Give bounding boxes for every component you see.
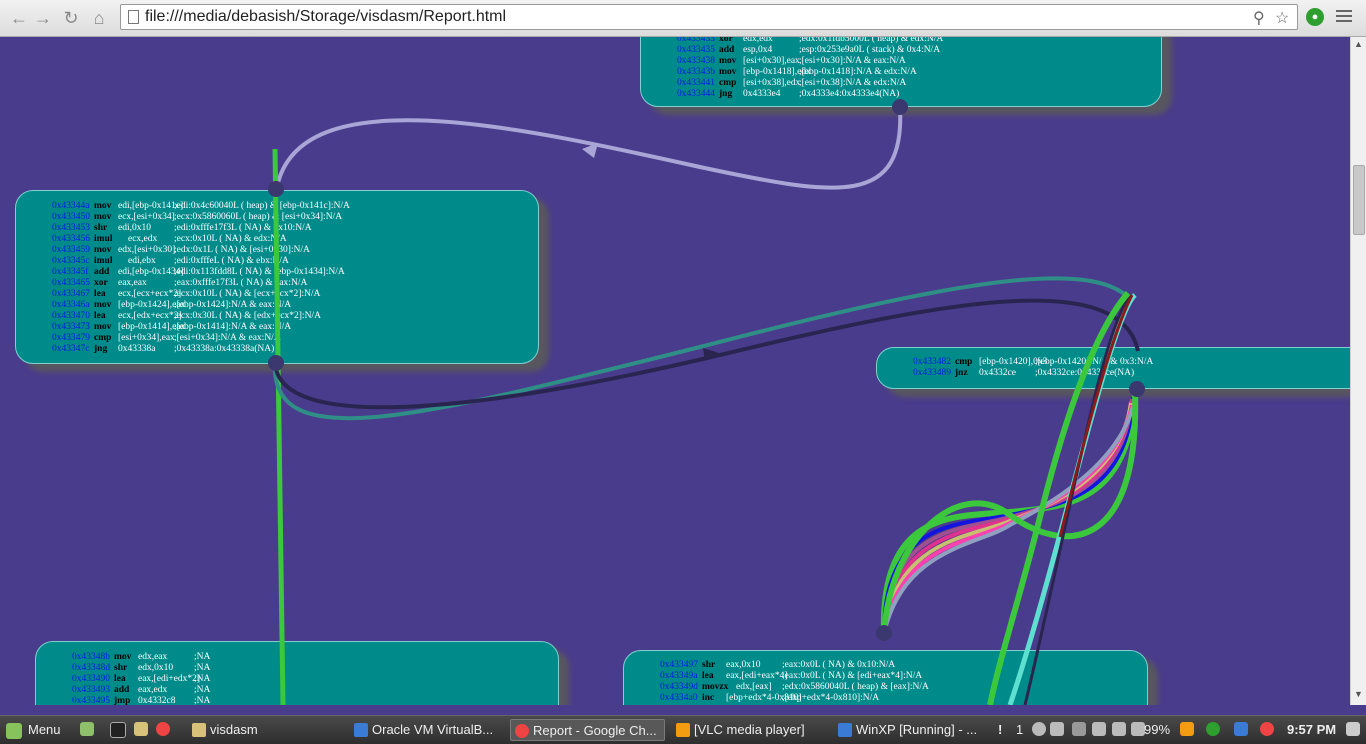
shield-icon[interactable] [1234, 722, 1248, 736]
scroll-down-icon[interactable]: ▼ [1354, 689, 1363, 699]
volume-icon[interactable] [1112, 722, 1126, 736]
virtualbox-icon [838, 723, 852, 737]
port-dot [268, 181, 284, 197]
chrome-menu-icon[interactable] [1336, 10, 1352, 24]
hangouts-icon[interactable] [1206, 722, 1220, 736]
edge-fan [880, 391, 1139, 634]
wifi-icon[interactable] [1092, 722, 1106, 736]
address-bar[interactable]: file:///media/debasish/Storage/visdasm/R… [120, 4, 1298, 30]
task-virtualbox[interactable]: Oracle VM VirtualB... [350, 719, 505, 741]
files-icon[interactable] [134, 722, 148, 736]
vlc-tray-icon[interactable] [1180, 722, 1194, 736]
browser-toolbar: ← → ↻ ⌂ file:///media/debasish/Storage/v… [0, 0, 1366, 37]
mint-logo-icon [6, 722, 22, 739]
edge-green-vertical [272, 148, 286, 705]
task-label: visdasm [210, 722, 258, 737]
edge-overlay [268, 99, 1145, 705]
vlc-icon [676, 723, 690, 737]
bluetooth-icon[interactable] [1072, 722, 1086, 736]
clock[interactable]: 9:57 PM [1287, 719, 1336, 741]
scroll-up-icon[interactable]: ▲ [1354, 39, 1363, 49]
screenshot-icon[interactable] [1050, 722, 1064, 736]
search-icon[interactable]: ⚲ [1253, 8, 1265, 28]
page-icon [128, 10, 139, 24]
alert-icon[interactable]: ! [998, 719, 1002, 741]
virtualbox-icon [354, 723, 368, 737]
forward-icon[interactable]: → [32, 7, 54, 29]
url-text[interactable]: file:///media/debasish/Storage/visdasm/R… [145, 8, 506, 26]
start-menu-button[interactable]: Menu [6, 719, 61, 741]
bookmark-star-icon[interactable]: ☆ [1275, 8, 1289, 28]
show-desktop-icon[interactable] [80, 722, 94, 736]
home-icon[interactable]: ⌂ [88, 7, 110, 29]
task-winxp[interactable]: WinXP [Running] - ... [834, 719, 989, 741]
chrome-launcher-icon[interactable] [156, 722, 170, 736]
port-dot [876, 625, 892, 641]
menu-label: Menu [28, 722, 61, 737]
workspace-number[interactable]: 1 [1016, 719, 1023, 741]
folder-icon [192, 723, 206, 737]
port-dot [892, 99, 908, 115]
terminal-icon[interactable] [110, 722, 126, 738]
task-chrome-report[interactable]: Report - Google Ch... [510, 719, 665, 741]
task-label: [VLC media player] [694, 722, 805, 737]
task-label: Oracle VM VirtualB... [372, 722, 494, 737]
extension-icon[interactable]: ● [1306, 8, 1324, 26]
task-vlc[interactable]: [VLC media player] [672, 719, 827, 741]
port-dot [1129, 381, 1145, 397]
chrome-icon [515, 724, 529, 738]
report-canvas: 0x433433 xor edx,edx ;edx:0x1fdb5000L ( hea… [0, 37, 1350, 705]
chrome-tray-icon[interactable] [1260, 722, 1274, 736]
edge-teal [272, 276, 1132, 421]
port-dot [268, 355, 284, 371]
task-label: Report - Google Ch... [533, 723, 657, 738]
vertical-scrollbar[interactable]: ▲ ▼ [1350, 37, 1366, 705]
scrollbar-thumb[interactable] [1353, 165, 1365, 235]
battery-icon[interactable] [1131, 722, 1145, 736]
battery-percent: 99% [1144, 722, 1171, 737]
show-desktop-corner-icon[interactable] [1346, 722, 1360, 736]
taskbar: Menu visdasm Oracle VM VirtualB... Repor… [0, 715, 1366, 744]
user-icon[interactable] [1032, 722, 1046, 736]
back-icon[interactable]: ← [8, 7, 30, 29]
task-label: WinXP [Running] - ... [856, 722, 978, 737]
task-visdasm[interactable]: visdasm [188, 719, 348, 741]
reload-icon[interactable]: ↻ [60, 7, 82, 29]
